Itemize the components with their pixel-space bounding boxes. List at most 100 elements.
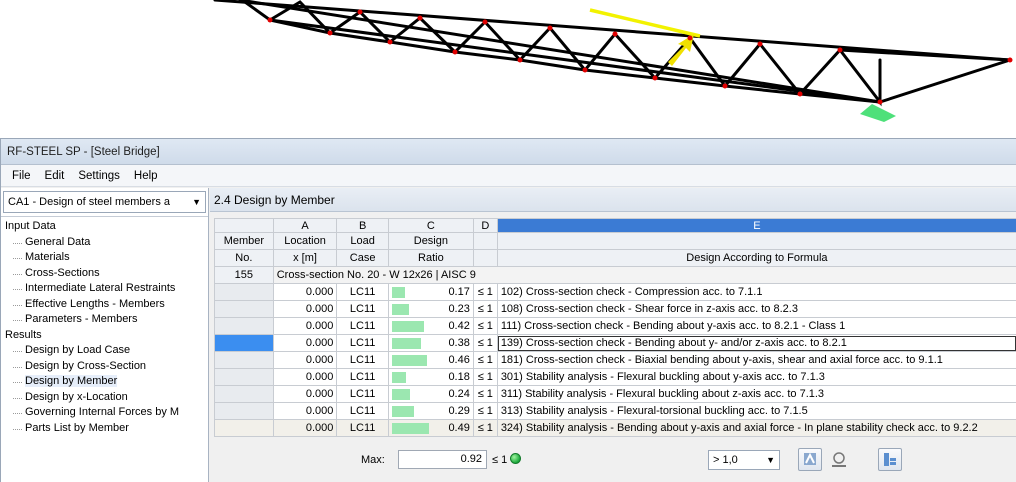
row-header[interactable] <box>214 402 274 420</box>
load-case-cell[interactable]: LC11 <box>336 283 389 301</box>
location-cell[interactable]: 0.000 <box>272 317 338 335</box>
table-row[interactable]: 0.000 LC11 0.17 ≤ 1 102) Cross-section check… <box>214 283 1016 301</box>
limit-cell[interactable]: ≤ 1 <box>472 300 498 318</box>
row-header[interactable] <box>214 351 274 369</box>
table-row[interactable]: 0.000 LC11 0.18 ≤ 1 301) Stability analysis … <box>214 368 1016 386</box>
row-header[interactable] <box>214 317 274 335</box>
load-case-cell[interactable]: LC11 <box>336 402 389 420</box>
load-case-cell[interactable]: LC11 <box>336 334 389 352</box>
header-case: Case <box>336 249 389 267</box>
formula-cell[interactable]: 313) Stability analysis - Flexural-torsi… <box>496 402 1016 420</box>
limit-cell[interactable]: ≤ 1 <box>472 351 498 369</box>
formula-cell[interactable]: 139) Cross-section check - Bending about… <box>496 334 1016 352</box>
location-cell[interactable]: 0.000 <box>272 368 338 386</box>
table-row[interactable]: 0.000 LC11 0.38 ≤ 1 139) Cross-section check… <box>214 334 1016 352</box>
design-ratio-cell[interactable]: 0.46 <box>387 351 474 369</box>
design-ratio-cell[interactable]: 0.24 <box>387 385 474 403</box>
table-row[interactable]: 0.000 LC11 0.49 ≤ 1 324) Stability analysis … <box>214 419 1016 437</box>
model-3d-view[interactable] <box>0 0 1016 138</box>
design-ratio-cell[interactable]: 0.29 <box>387 402 474 420</box>
filter-button[interactable] <box>878 448 902 471</box>
design-ratio-cell[interactable]: 0.42 <box>387 317 474 335</box>
row-header[interactable] <box>214 368 274 386</box>
row-header[interactable] <box>214 283 274 301</box>
load-case-cell[interactable]: LC11 <box>336 419 389 437</box>
load-case-cell[interactable]: LC11 <box>336 385 389 403</box>
formula-cell[interactable]: 111) Cross-section check - Bending about… <box>496 317 1016 335</box>
design-ratio-cell[interactable]: 0.38 <box>387 334 474 352</box>
location-cell[interactable]: 0.000 <box>272 402 338 420</box>
tree-group-results[interactable]: Results <box>1 328 208 344</box>
limit-cell[interactable]: ≤ 1 <box>472 402 498 420</box>
design-ratio-cell[interactable]: 0.18 <box>387 368 474 386</box>
col-letter-b[interactable]: B <box>336 218 389 233</box>
navigator-tree: Input Data General Data Materials Cross-… <box>1 216 208 436</box>
tree-item-general-data[interactable]: General Data <box>1 235 208 251</box>
load-case-cell[interactable]: LC11 <box>336 300 389 318</box>
table-row[interactable]: 0.000 LC11 0.46 ≤ 1 181) Cross-section check… <box>214 351 1016 369</box>
limit-cell[interactable]: ≤ 1 <box>472 317 498 335</box>
row-header[interactable] <box>214 300 274 318</box>
location-cell[interactable]: 0.000 <box>272 419 338 437</box>
load-case-cell[interactable]: LC11 <box>336 317 389 335</box>
limit-cell[interactable]: ≤ 1 <box>472 283 498 301</box>
navigator-pane: CA1 - Design of steel members a ▼ Input … <box>1 188 209 482</box>
formula-cell[interactable]: 324) Stability analysis - Bending about … <box>496 419 1016 437</box>
tree-item-effective-lengths[interactable]: Effective Lengths - Members <box>1 297 208 313</box>
formula-cell[interactable]: 301) Stability analysis - Flexural buckl… <box>496 368 1016 386</box>
limit-cell[interactable]: ≤ 1 <box>472 419 498 437</box>
tree-item-materials[interactable]: Materials <box>1 250 208 266</box>
menu-file[interactable]: File <box>5 170 38 182</box>
tree-item-design-by-member[interactable]: Design by Member <box>1 374 208 390</box>
menu-edit[interactable]: Edit <box>38 170 72 182</box>
header-location: Location <box>272 232 338 250</box>
limit-cell[interactable]: ≤ 1 <box>472 334 498 352</box>
tree-item-parts-list[interactable]: Parts List by Member <box>1 421 208 437</box>
location-cell[interactable]: 0.000 <box>272 351 338 369</box>
show-result-diagram-button[interactable] <box>798 448 822 471</box>
location-cell[interactable]: 0.000 <box>272 334 338 352</box>
col-letter-c[interactable]: C <box>387 218 474 233</box>
table-row[interactable]: 0.000 LC11 0.29 ≤ 1 313) Stability analysis … <box>214 402 1016 420</box>
formula-cell[interactable]: 181) Cross-section check - Biaxial bendi… <box>496 351 1016 369</box>
excel-export-button[interactable] <box>827 448 851 471</box>
tree-item-design-by-x-location[interactable]: Design by x-Location <box>1 390 208 406</box>
limit-cell[interactable]: ≤ 1 <box>472 368 498 386</box>
formula-cell[interactable]: 108) Cross-section check - Shear force i… <box>496 300 1016 318</box>
row-header[interactable] <box>214 334 274 352</box>
ratio-filter-select[interactable]: > 1,0 ▼ <box>708 450 780 470</box>
table-row[interactable]: 0.000 LC11 0.23 ≤ 1 108) Cross-section check… <box>214 300 1016 318</box>
section-row[interactable]: 155 Cross-section No. 20 - W 12x26 | AIS… <box>214 266 1016 284</box>
load-case-cell[interactable]: LC11 <box>336 368 389 386</box>
formula-cell[interactable]: 311) Stability analysis - Flexural buckl… <box>496 385 1016 403</box>
design-case-select[interactable]: CA1 - Design of steel members a ▼ <box>3 191 206 213</box>
tree-group-input-data[interactable]: Input Data <box>1 219 208 235</box>
tree-item-design-by-cross-section[interactable]: Design by Cross-Section <box>1 359 208 375</box>
row-header[interactable] <box>214 419 274 437</box>
design-ratio-cell[interactable]: 0.49 <box>387 419 474 437</box>
formula-cell[interactable]: 102) Cross-section check - Compression a… <box>496 283 1016 301</box>
tree-item-lateral-restraints[interactable]: Intermediate Lateral Restraints <box>1 281 208 297</box>
limit-cell[interactable]: ≤ 1 <box>472 385 498 403</box>
tree-item-cross-sections[interactable]: Cross-Sections <box>1 266 208 282</box>
chevron-down-icon[interactable]: ▼ <box>766 451 775 469</box>
row-header[interactable] <box>214 385 274 403</box>
chevron-down-icon[interactable]: ▼ <box>192 197 201 207</box>
menu-help[interactable]: Help <box>127 170 165 182</box>
location-cell[interactable]: 0.000 <box>272 300 338 318</box>
col-letter-d[interactable]: D <box>472 218 498 233</box>
design-ok-icon <box>510 453 521 464</box>
col-letter-e[interactable]: E <box>496 218 1016 233</box>
location-cell[interactable]: 0.000 <box>272 283 338 301</box>
menu-settings[interactable]: Settings <box>71 170 127 182</box>
tree-item-design-by-load-case[interactable]: Design by Load Case <box>1 343 208 359</box>
col-letter-a[interactable]: A <box>272 218 338 233</box>
tree-item-parameters-members[interactable]: Parameters - Members <box>1 312 208 328</box>
table-row[interactable]: 0.000 LC11 0.24 ≤ 1 311) Stability analysis … <box>214 385 1016 403</box>
design-ratio-cell[interactable]: 0.17 <box>387 283 474 301</box>
design-ratio-cell[interactable]: 0.23 <box>387 300 474 318</box>
tree-item-governing-forces[interactable]: Governing Internal Forces by M <box>1 405 208 421</box>
table-row[interactable]: 0.000 LC11 0.42 ≤ 1 111) Cross-section check… <box>214 317 1016 335</box>
load-case-cell[interactable]: LC11 <box>336 351 389 369</box>
location-cell[interactable]: 0.000 <box>272 385 338 403</box>
